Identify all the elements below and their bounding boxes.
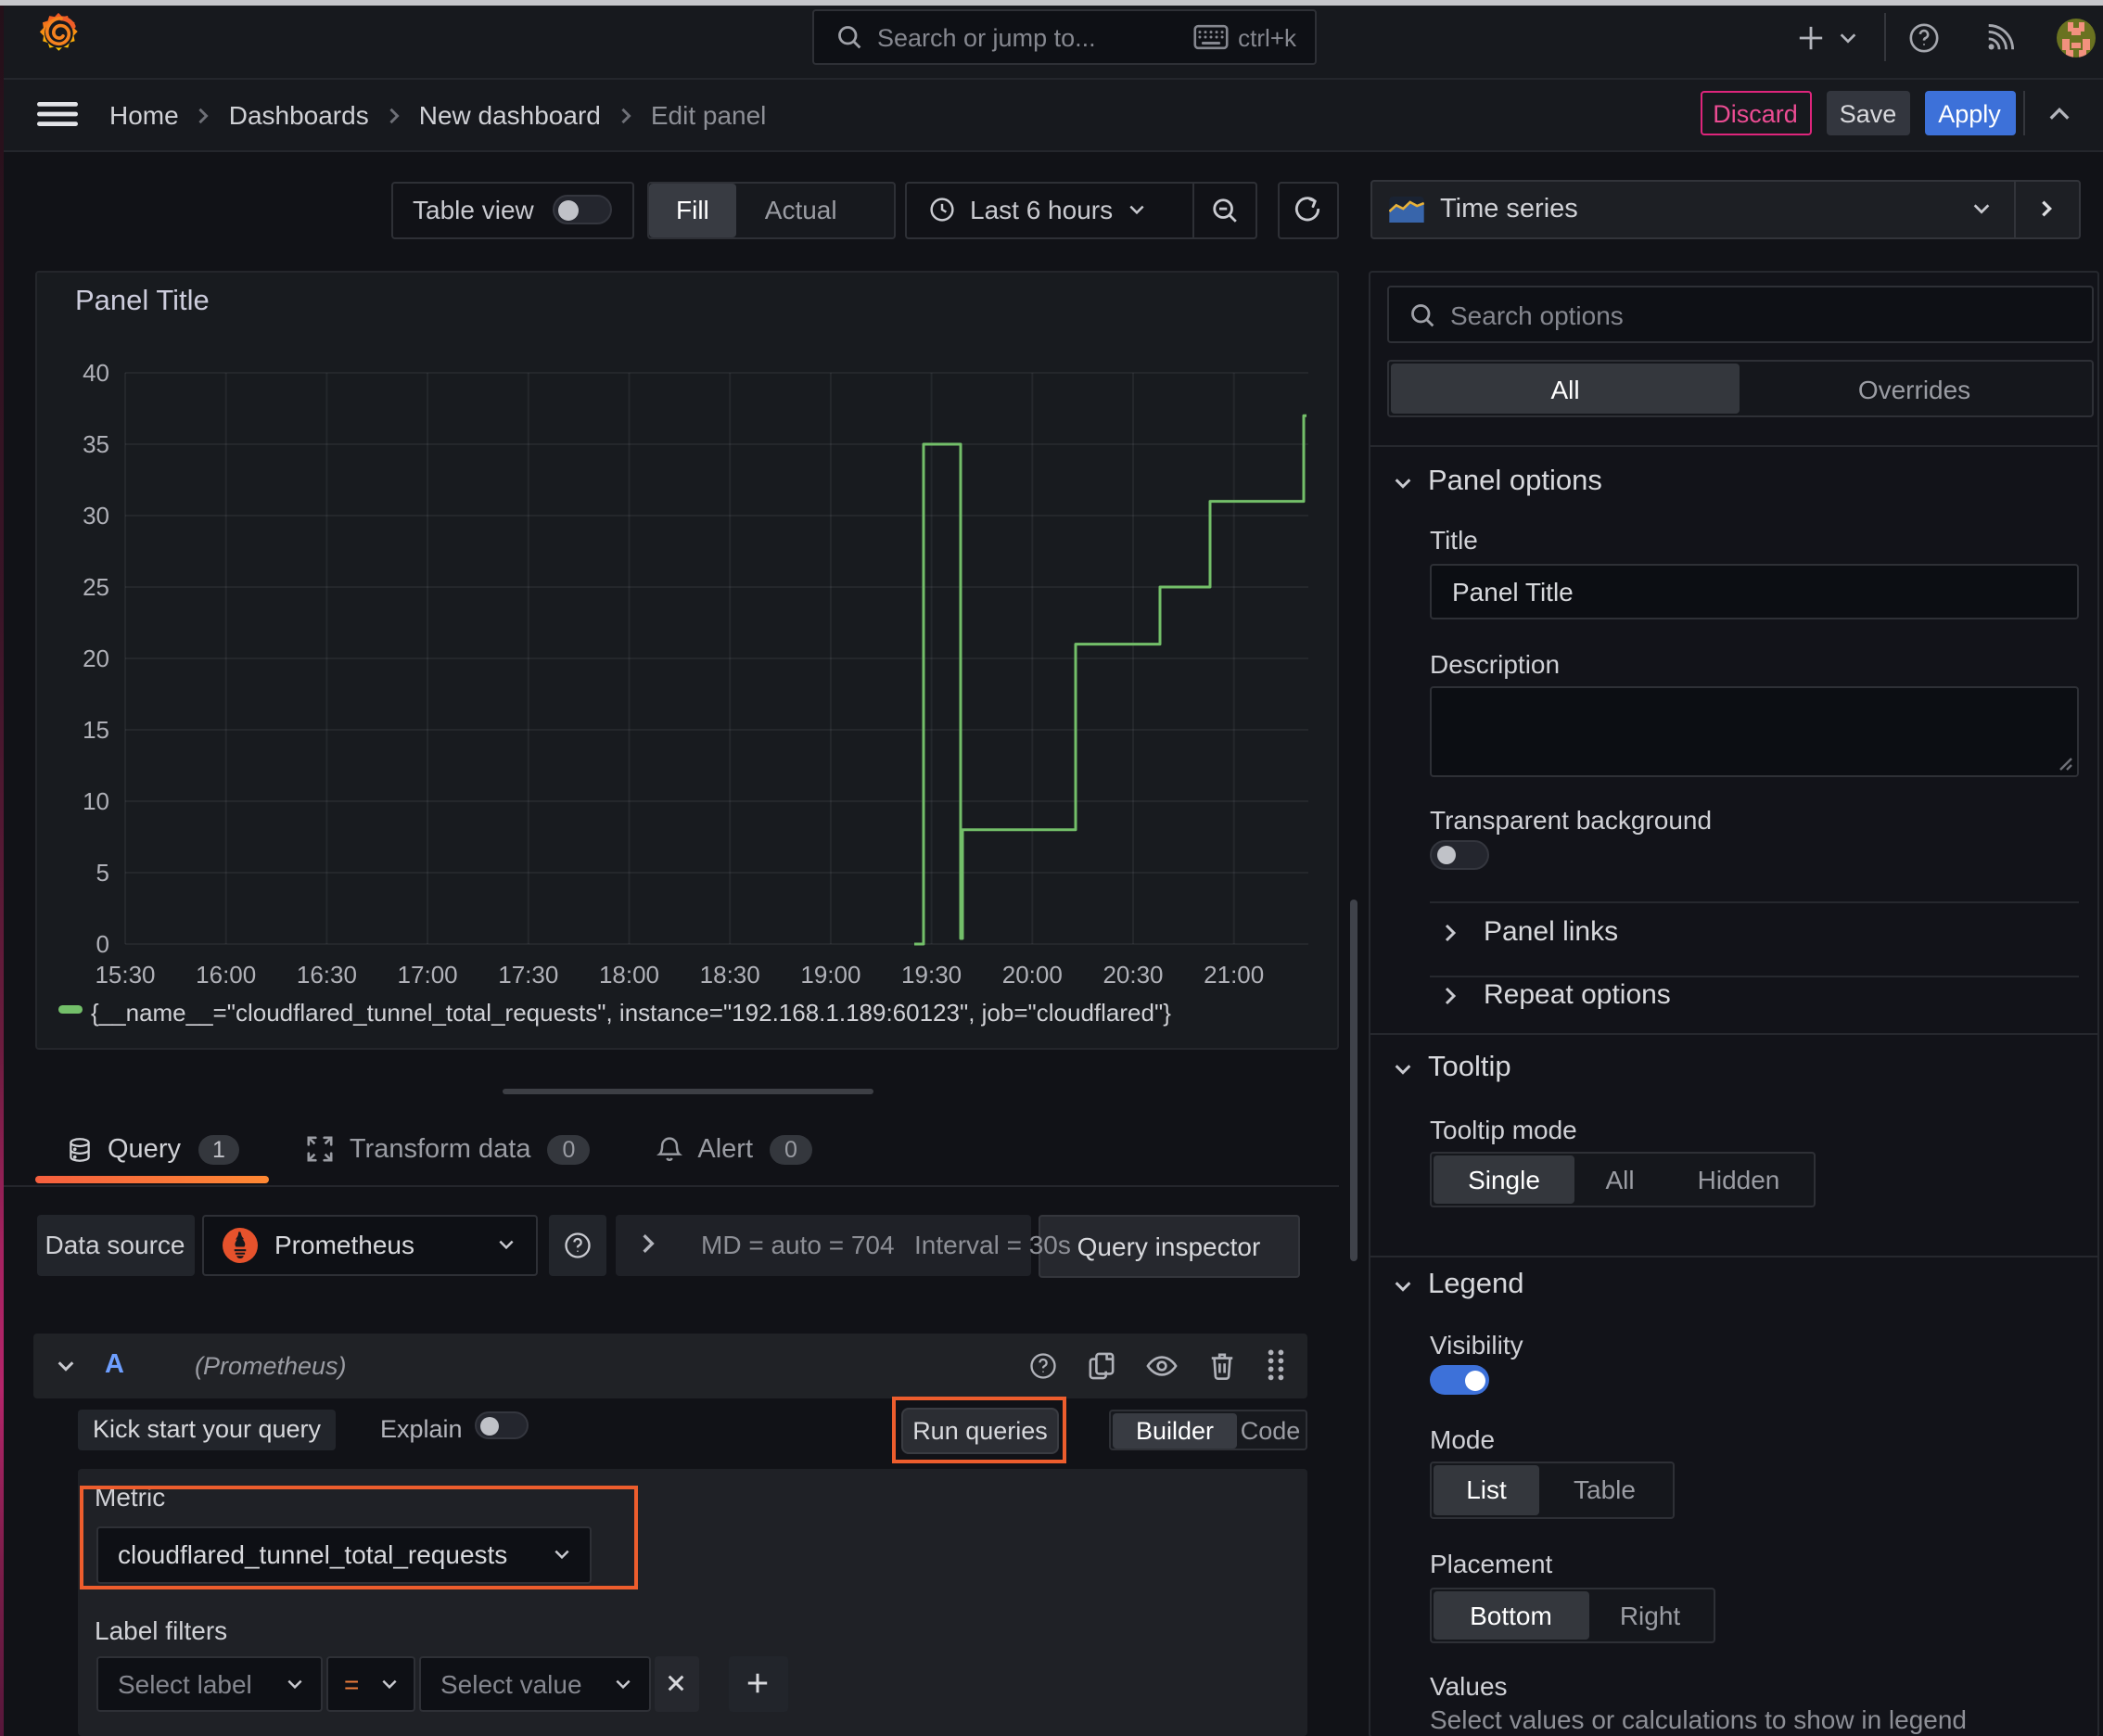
svg-text:5: 5 bbox=[96, 858, 108, 886]
svg-text:18:30: 18:30 bbox=[699, 960, 759, 988]
svg-text:21:00: 21:00 bbox=[1203, 960, 1263, 988]
svg-text:30: 30 bbox=[82, 501, 108, 529]
svg-text:15: 15 bbox=[82, 715, 108, 743]
svg-text:18:00: 18:00 bbox=[598, 960, 658, 988]
svg-text:10: 10 bbox=[82, 786, 108, 814]
svg-text:16:00: 16:00 bbox=[195, 960, 255, 988]
svg-text:25: 25 bbox=[82, 572, 108, 600]
svg-text:20:30: 20:30 bbox=[1102, 960, 1162, 988]
svg-text:17:30: 17:30 bbox=[497, 960, 557, 988]
svg-text:19:00: 19:00 bbox=[799, 960, 860, 988]
svg-text:20: 20 bbox=[82, 644, 108, 671]
svg-text:20:00: 20:00 bbox=[1001, 960, 1062, 988]
svg-text:16:30: 16:30 bbox=[296, 960, 356, 988]
svg-text:40: 40 bbox=[82, 358, 108, 386]
svg-text:35: 35 bbox=[82, 429, 108, 457]
svg-text:0: 0 bbox=[96, 929, 108, 957]
svg-text:15:30: 15:30 bbox=[94, 960, 154, 988]
svg-text:{__name__="cloudflared_tunnel_: {__name__="cloudflared_tunnel_total_requ… bbox=[90, 998, 1170, 1026]
svg-text:17:00: 17:00 bbox=[397, 960, 457, 988]
svg-text:19:30: 19:30 bbox=[900, 960, 961, 988]
svg-text:Panel Title: Panel Title bbox=[74, 283, 209, 315]
